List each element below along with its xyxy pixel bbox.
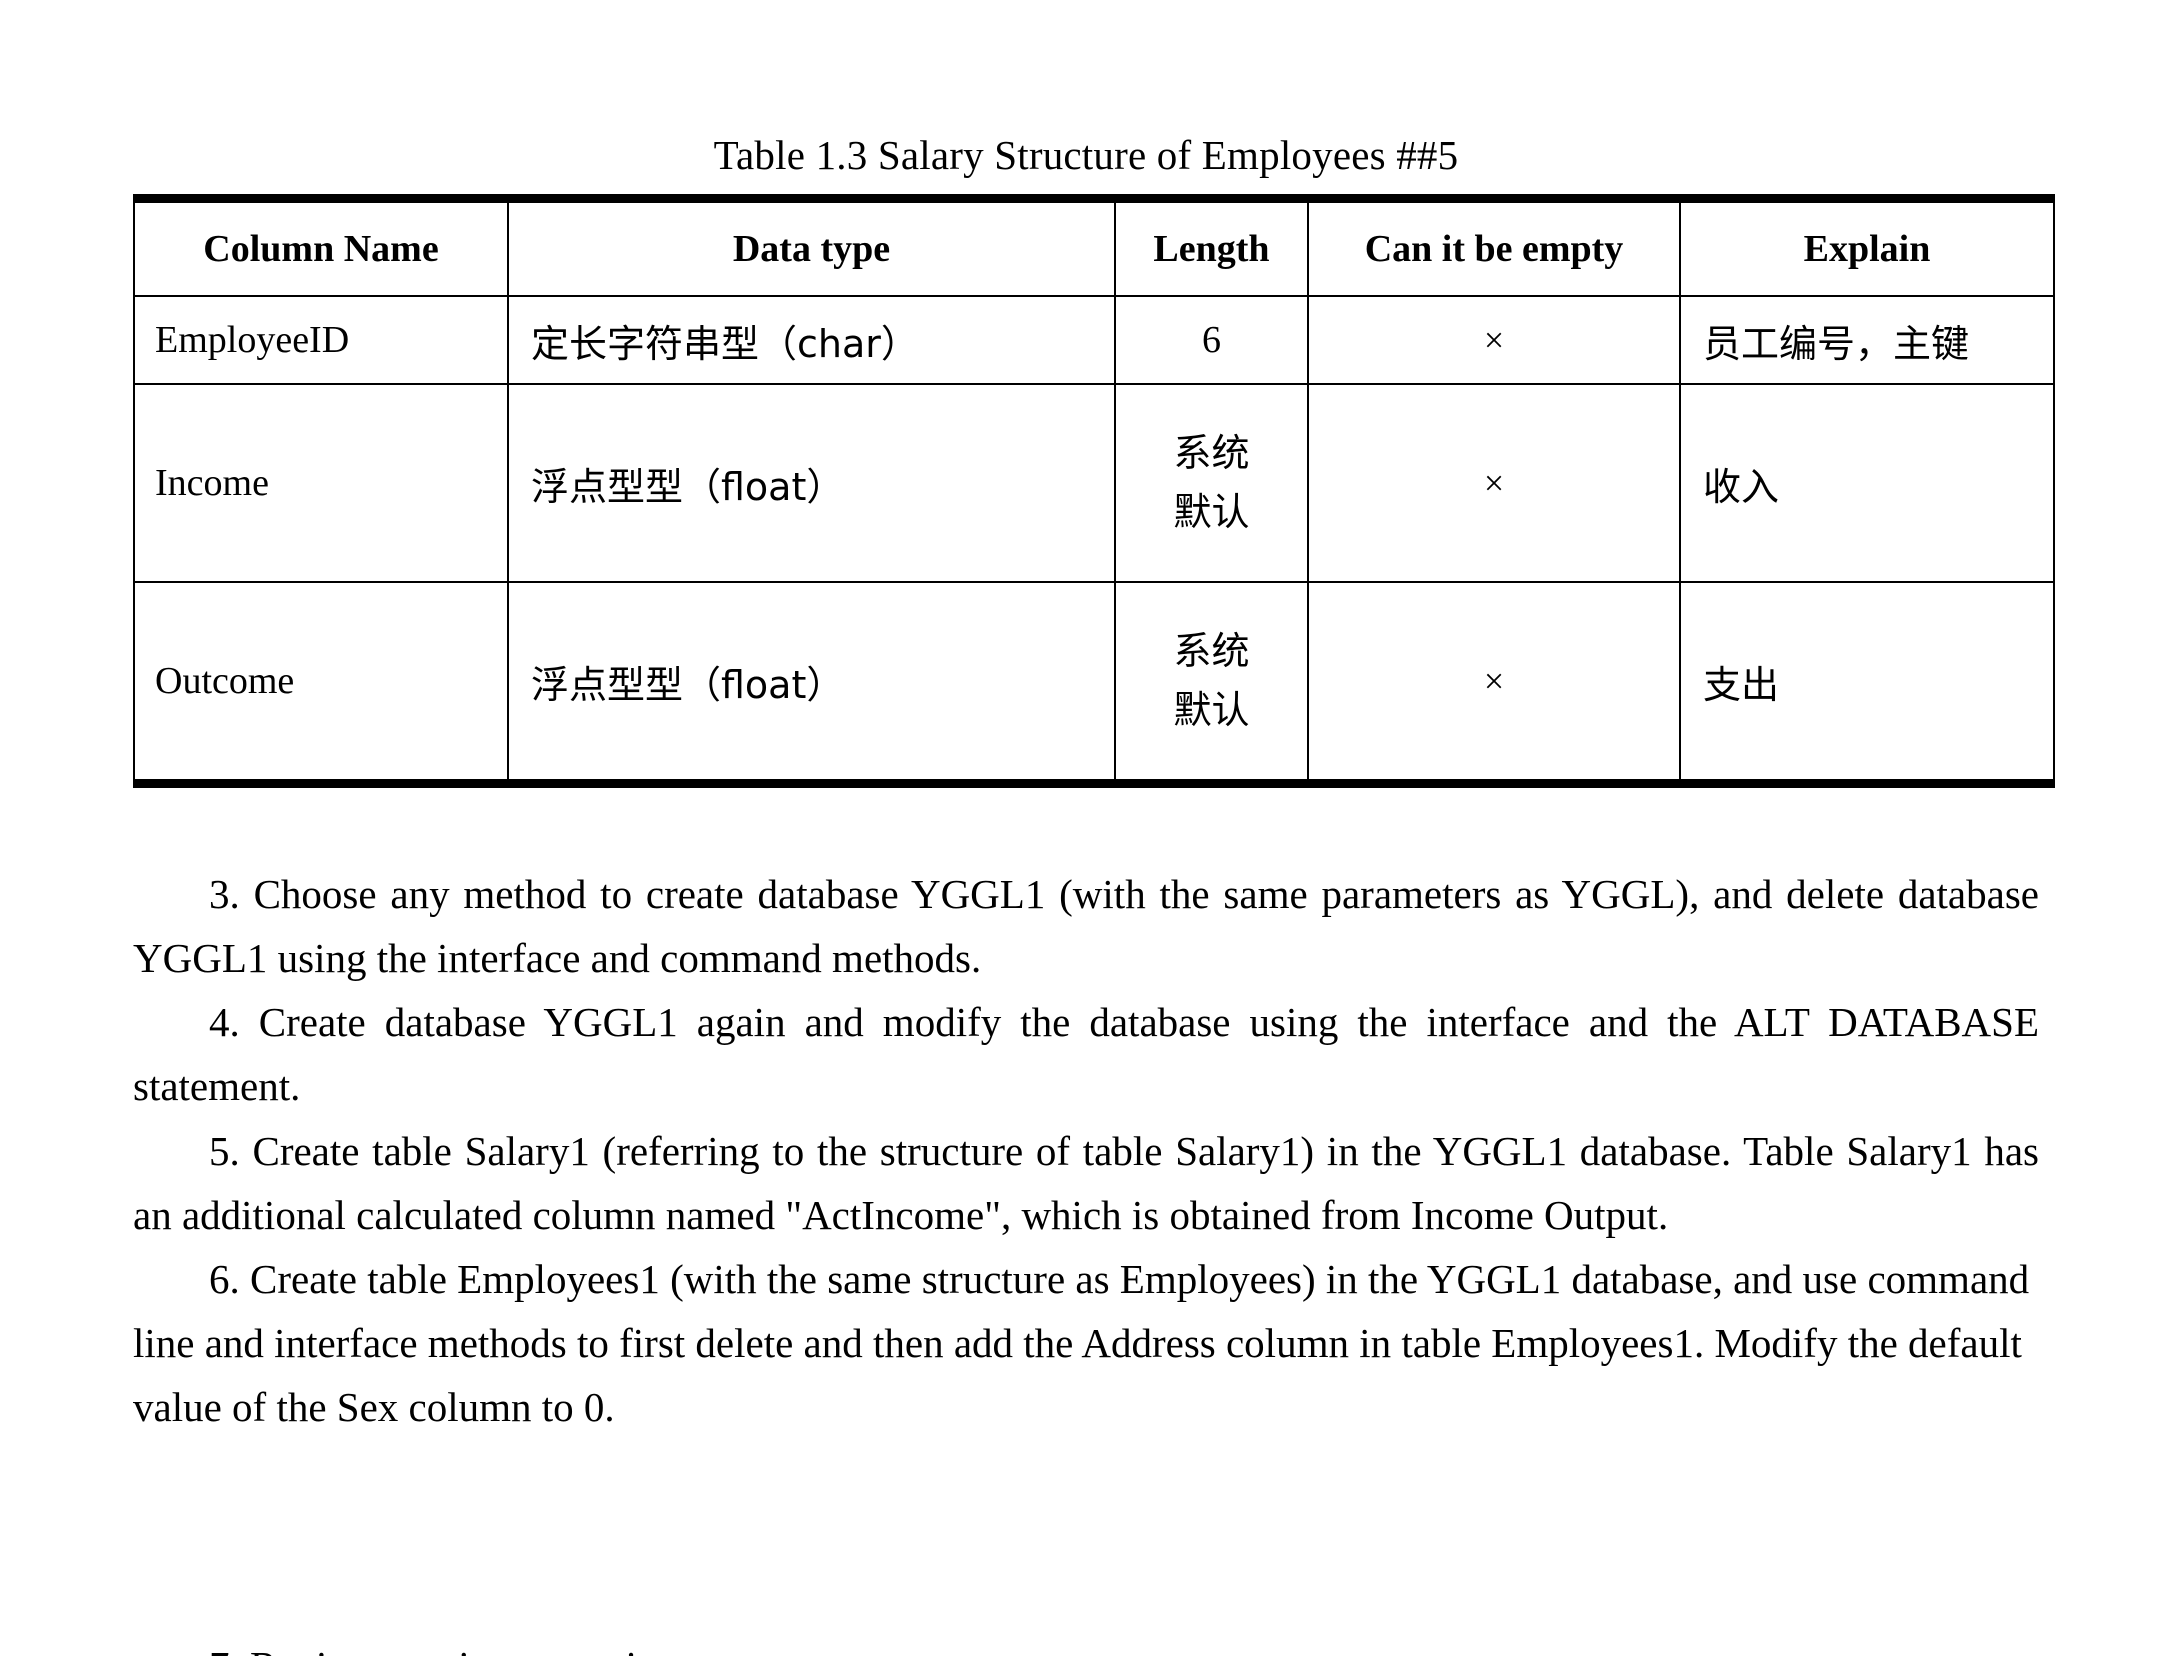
table-header-row: Column Name Data type Length Can it be e… — [133, 194, 2055, 297]
paragraph-3: 3. Choose any method to create database … — [133, 871, 2039, 982]
table-row: Outcome 浮点型型（float） 系统默认 × 支出 — [133, 581, 2055, 788]
table-row: EmployeeID 定长字符串型（char） 6 × 员工编号，主键 — [133, 295, 2055, 385]
paragraph-4: 4. Create database YGGL1 again and modif… — [133, 999, 2039, 1110]
column-header-data-type: Data type — [507, 194, 1116, 297]
table-row: Income 浮点型型（float） 系统默认 × 收入 — [133, 383, 2055, 583]
cell-length-text: 系统默认 — [1173, 431, 1250, 534]
cell-data-type: 浮点型型（float） — [507, 383, 1116, 583]
cross-mark-icon: × — [1483, 463, 1505, 503]
cell-explain: 收入 — [1679, 383, 2055, 583]
column-header-can-it-be-empty: Can it be empty — [1307, 194, 1681, 297]
cell-column-name: Income — [133, 383, 509, 583]
cell-can-be-empty: × — [1307, 383, 1681, 583]
salary-structure-table: Column Name Data type Length Can it be e… — [133, 194, 2055, 788]
cell-length: 系统默认 — [1114, 581, 1309, 788]
column-header-column-name: Column Name — [133, 194, 509, 297]
table-caption: Table 1.3 Salary Structure of Employees … — [713, 132, 1459, 178]
cell-can-be-empty: × — [1307, 295, 1681, 385]
exercise-list: 3. Choose any method to create database … — [133, 862, 2039, 1439]
cell-column-name: EmployeeID — [133, 295, 509, 385]
cell-column-name: Outcome — [133, 581, 509, 788]
paragraph-5: 5. Create table Salary1 (referring to th… — [133, 1127, 2039, 1238]
document-page: Table 1.3 Salary Structure of Employees … — [0, 0, 2172, 1656]
column-header-explain: Explain — [1679, 194, 2055, 297]
column-header-length: Length — [1114, 194, 1309, 297]
cell-length: 系统默认 — [1114, 383, 1309, 583]
cell-explain: 员工编号，主键 — [1679, 295, 2055, 385]
paragraph-6: 6. Create table Employees1 (with the sam… — [133, 1255, 2030, 1431]
cross-mark-icon: × — [1483, 320, 1505, 360]
cell-explain: 支出 — [1679, 581, 2055, 788]
cell-length: 6 — [1114, 295, 1309, 385]
clipped-next-paragraph: 7. Review previous exercises. — [133, 1634, 2039, 1656]
cell-data-type: 定长字符串型（char） — [507, 295, 1116, 385]
cell-can-be-empty: × — [1307, 581, 1681, 788]
cell-data-type: 浮点型型（float） — [507, 581, 1116, 788]
cross-mark-icon: × — [1483, 661, 1505, 701]
cell-length-text: 系统默认 — [1173, 629, 1250, 732]
